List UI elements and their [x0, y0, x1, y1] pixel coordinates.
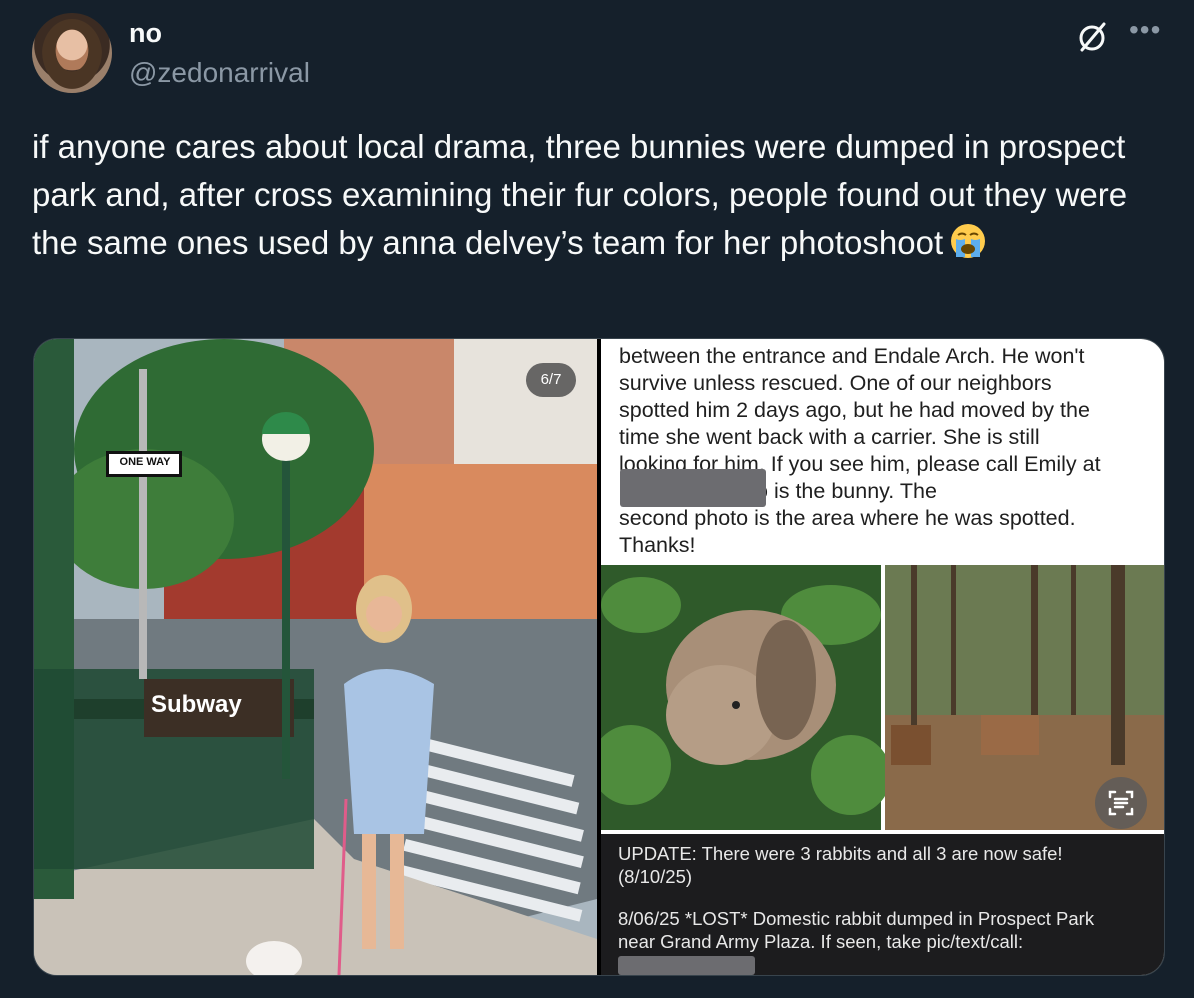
sign-subway: Subway: [151, 691, 242, 718]
sign-one-way: ONE WAY: [119, 456, 171, 468]
update-text: UPDATE: There were 3 rabbits and all 3 a…: [618, 843, 1063, 887]
avatar[interactable]: [32, 13, 112, 93]
lost-text: 8/06/25 *LOST* Domestic rabbit dumped in…: [618, 908, 1095, 952]
street-scene-image: [34, 339, 597, 975]
notice-text: between the entrance and Endale Arch. He…: [619, 344, 1101, 557]
tweet-text: if anyone cares about local drama, three…: [32, 123, 1152, 267]
photo-lost-bunny-notice[interactable]: between the entrance and Endale Arch. He…: [601, 339, 1164, 975]
photo-street-scene[interactable]: ONE WAY Subway 6/7: [34, 339, 597, 975]
media-grid[interactable]: ONE WAY Subway 6/7 between the entrance …: [33, 338, 1165, 976]
loudly-crying-face-icon: [951, 224, 986, 258]
image-counter-badge: 6/7: [526, 363, 576, 397]
redacted-contact: [618, 956, 755, 975]
handle[interactable]: @zedonarrival: [129, 57, 310, 89]
display-name[interactable]: no: [129, 18, 162, 49]
more-options-icon[interactable]: •••: [1129, 14, 1161, 46]
grok-icon[interactable]: [1075, 20, 1109, 54]
bunny-and-woods-photos: [601, 565, 1164, 830]
visual-lookup-button[interactable]: [1095, 777, 1147, 829]
redacted-phone-number: [620, 469, 766, 507]
update-panel: UPDATE: There were 3 rabbits and all 3 a…: [601, 834, 1164, 975]
text-scan-icon: [1108, 790, 1134, 816]
